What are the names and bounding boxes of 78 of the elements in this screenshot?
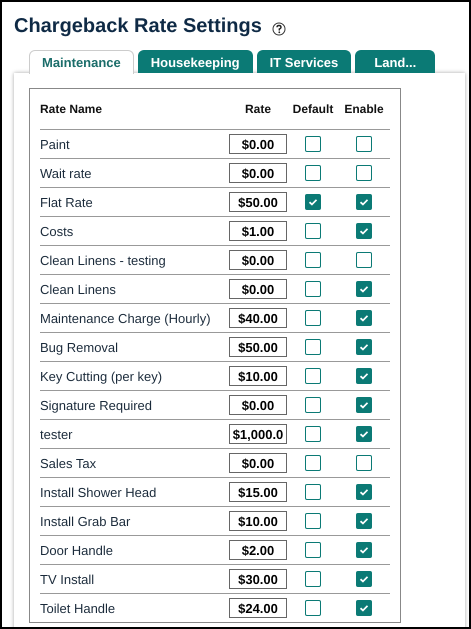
checkbox[interactable] (305, 281, 321, 297)
rate-name: tester (40, 426, 74, 442)
tab[interactable]: IT Services (256, 50, 352, 73)
rate-name: Wait rate (40, 166, 93, 180)
rate-field[interactable]: $10.00 (229, 366, 287, 386)
checkbox[interactable] (356, 339, 372, 355)
checkbox[interactable] (356, 165, 372, 181)
rate-field[interactable]: $2.00 (229, 540, 287, 560)
rate-name: Sales Tax (40, 456, 98, 470)
rate-name: Key Cutting (per key) (40, 368, 164, 384)
checkbox[interactable] (356, 455, 372, 471)
tab[interactable]: Land... (355, 50, 436, 73)
checkbox[interactable] (356, 281, 372, 297)
checkbox[interactable] (305, 339, 321, 355)
checkbox[interactable] (356, 310, 372, 326)
checkbox[interactable] (305, 252, 321, 268)
rate-name: Toilet Handle (40, 600, 116, 616)
checkbox[interactable] (356, 513, 372, 529)
rate-field[interactable]: $1,000.0 (229, 424, 287, 444)
rate-name: Flat Rate (40, 194, 94, 210)
checkbox[interactable] (356, 136, 372, 152)
rate-name: Door Handle (40, 542, 114, 558)
column-header: Rate Name (40, 102, 104, 116)
checkbox[interactable] (356, 223, 372, 239)
checkbox[interactable] (305, 194, 321, 210)
rate-name: Costs (40, 224, 74, 238)
checkbox[interactable] (356, 194, 372, 210)
checkbox[interactable] (356, 397, 372, 413)
rate-name: Paint (40, 136, 71, 152)
tab[interactable]: Housekeeping (138, 50, 253, 73)
rate-field[interactable]: $0.00 (229, 134, 287, 154)
checkbox[interactable] (305, 455, 321, 471)
column-header: Rate (244, 102, 271, 116)
checkbox[interactable] (356, 484, 372, 500)
rate-field[interactable]: $15.00 (229, 482, 287, 502)
checkbox[interactable] (305, 223, 321, 239)
checkbox[interactable] (305, 513, 321, 529)
rate-field[interactable]: $1.00 (229, 221, 287, 241)
checkbox[interactable] (305, 397, 321, 413)
checkbox[interactable] (305, 426, 321, 442)
rate-field[interactable]: $50.00 (229, 337, 287, 357)
help-icon[interactable] (272, 22, 286, 36)
rate-field[interactable]: $0.00 (229, 453, 287, 473)
rate-name: Maintenance Charge (Hourly) (40, 310, 212, 326)
checkbox[interactable] (305, 484, 321, 500)
rate-field[interactable]: $30.00 (229, 569, 287, 589)
page-title: Chargeback Rate Settings (14, 14, 262, 38)
checkbox[interactable] (356, 600, 372, 616)
checkbox[interactable] (305, 542, 321, 558)
column-header: Default (292, 102, 334, 116)
checkbox[interactable] (356, 368, 372, 384)
rate-field[interactable]: $0.00 (229, 395, 287, 415)
checkbox[interactable] (305, 571, 321, 587)
rate-field[interactable]: $24.00 (229, 598, 287, 618)
rate-name: Signature Required (40, 398, 154, 412)
rate-name: Clean Linens (40, 282, 117, 296)
rate-field[interactable]: $50.00 (229, 192, 287, 212)
rate-field[interactable]: $0.00 (229, 279, 287, 299)
rate-field[interactable]: $40.00 (229, 308, 287, 328)
checkbox[interactable] (356, 542, 372, 558)
rate-name: Install Grab Bar (40, 514, 132, 528)
checkbox[interactable] (305, 600, 321, 616)
tab[interactable]: Maintenance (29, 50, 134, 74)
checkbox[interactable] (305, 310, 321, 326)
checkbox[interactable] (305, 165, 321, 181)
checkbox[interactable] (305, 368, 321, 384)
checkbox[interactable] (356, 571, 372, 587)
rate-field[interactable]: $0.00 (229, 163, 287, 183)
rate-field[interactable]: $10.00 (229, 511, 287, 531)
rate-field[interactable]: $0.00 (229, 250, 287, 270)
rate-name: TV Install (40, 572, 96, 586)
rate-name: Clean Linens - testing (40, 252, 167, 268)
checkbox[interactable] (305, 136, 321, 152)
checkbox[interactable] (356, 426, 372, 442)
rate-name: Install Shower Head (40, 484, 158, 500)
checkbox[interactable] (356, 252, 372, 268)
rate-name: Bug Removal (40, 340, 120, 354)
column-header: Enable (344, 102, 384, 116)
